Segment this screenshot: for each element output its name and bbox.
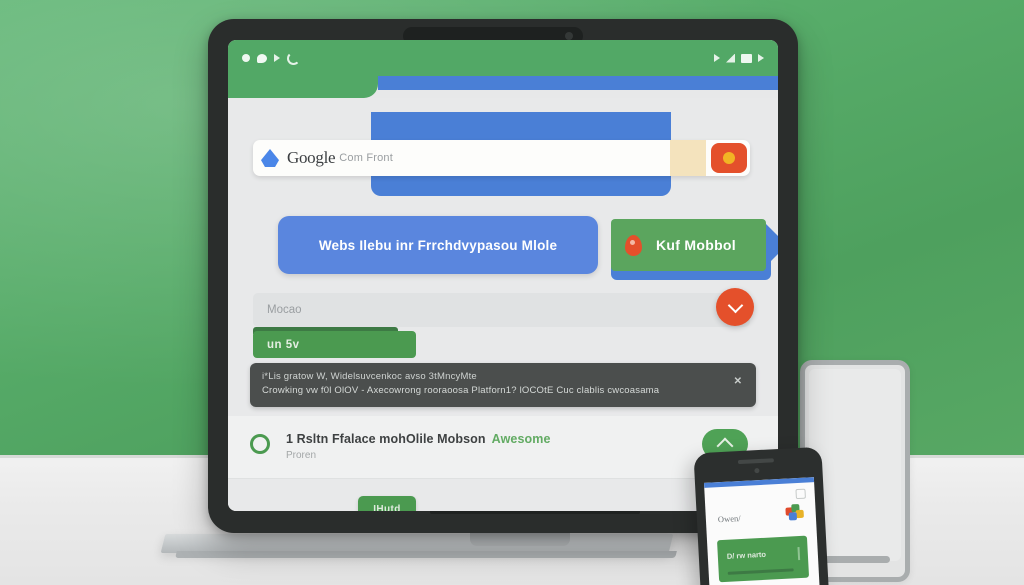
green-status-bar[interactable]: un 5v	[253, 331, 416, 358]
primary-action-button[interactable]: Webs Ilebu inr Frrchdvypasou Mlole	[278, 216, 598, 274]
dot-icon	[242, 54, 250, 62]
signal-icon	[714, 54, 720, 62]
phone-camera	[754, 468, 760, 474]
phone-card[interactable]: D/ rw narto	[717, 535, 810, 583]
green-bar-label: un 5v	[267, 338, 300, 351]
phone-card-divider	[797, 547, 801, 561]
search-field-tail	[670, 140, 706, 176]
phone-speaker	[737, 458, 774, 465]
lens-icon	[723, 152, 735, 164]
laptop-hinge-notch	[470, 532, 570, 546]
banner-line-2: Crowking vw f0l OlOV - Axecowrong roorao…	[262, 385, 660, 396]
scroll-down-fab[interactable]	[716, 288, 754, 326]
result-title-text: 1 Rsltn Ffalace mohOlile Mobson	[286, 432, 486, 446]
circle-ring-icon	[250, 434, 270, 454]
blue-accent-strip	[378, 76, 778, 90]
cta-button[interactable]: Kuf Mobbol	[611, 219, 766, 271]
result-subtitle: Proren	[286, 450, 317, 461]
green-tab-shape	[228, 76, 378, 98]
search-input[interactable]: Google Com Front	[253, 140, 750, 176]
phone-screen: Owen/ D/ rw narto	[703, 477, 820, 585]
status-bar	[228, 40, 778, 76]
tablet-screen: Google Com Front Webs Ilebu inr Frrchdvy…	[228, 40, 778, 511]
phone-device: Owen/ D/ rw narto	[693, 446, 829, 585]
primary-action-label: Webs Ilebu inr Frrchdvypasou Mlole	[318, 237, 558, 253]
scene-stage: Google Com Front Webs Ilebu inr Frrchdvy…	[0, 0, 1024, 585]
wifi-icon	[726, 53, 735, 63]
search-submit-button[interactable]	[711, 143, 747, 173]
bottom-button[interactable]: IHutd	[358, 496, 416, 511]
colorful-squares-icon	[785, 503, 804, 523]
search-placeholder-text: Com Front	[339, 152, 394, 164]
text-input-placeholder: Mocao	[267, 304, 302, 316]
banner-line-1: i*Lis gratow W, Widelsuvcenkoc avso 3tMn…	[262, 371, 477, 382]
phone-top-bar	[703, 477, 815, 488]
result-accent-text: Awesome	[491, 432, 551, 446]
drop-icon	[261, 149, 279, 167]
phone-card-underline	[727, 568, 794, 575]
status-bar-right-icons	[714, 53, 764, 63]
search-area: Google Com Front	[253, 112, 750, 196]
notification-banner: i*Lis gratow W, Widelsuvcenkoc avso 3tMn…	[250, 363, 756, 407]
bottom-button-label: IHutd	[373, 503, 401, 512]
search-brand-label: Google	[287, 148, 336, 167]
battery-icon	[741, 53, 752, 63]
text-input-field[interactable]: Mocao	[253, 293, 750, 327]
close-icon[interactable]: ✕	[734, 376, 742, 387]
play-icon	[758, 54, 764, 62]
triangle-icon	[274, 54, 280, 62]
arc-icon	[287, 51, 300, 65]
status-bar-left-icons	[242, 51, 300, 65]
result-title: 1 Rsltn Ffalace mohOlile Mobson Awesome	[286, 432, 551, 446]
phone-card-label: D/ rw narto	[726, 549, 767, 561]
screen-content: Google Com Front Webs Ilebu inr Frrchdvy…	[228, 98, 778, 511]
blob-icon	[257, 53, 267, 63]
home-icon[interactable]	[795, 488, 806, 500]
cta-label: Kuf Mobbol	[656, 237, 736, 253]
laptop-base-shadow	[175, 551, 677, 558]
chevron-down-icon	[727, 297, 743, 313]
phone-screen-label: Owen/	[717, 513, 741, 525]
map-pin-icon	[625, 234, 642, 256]
